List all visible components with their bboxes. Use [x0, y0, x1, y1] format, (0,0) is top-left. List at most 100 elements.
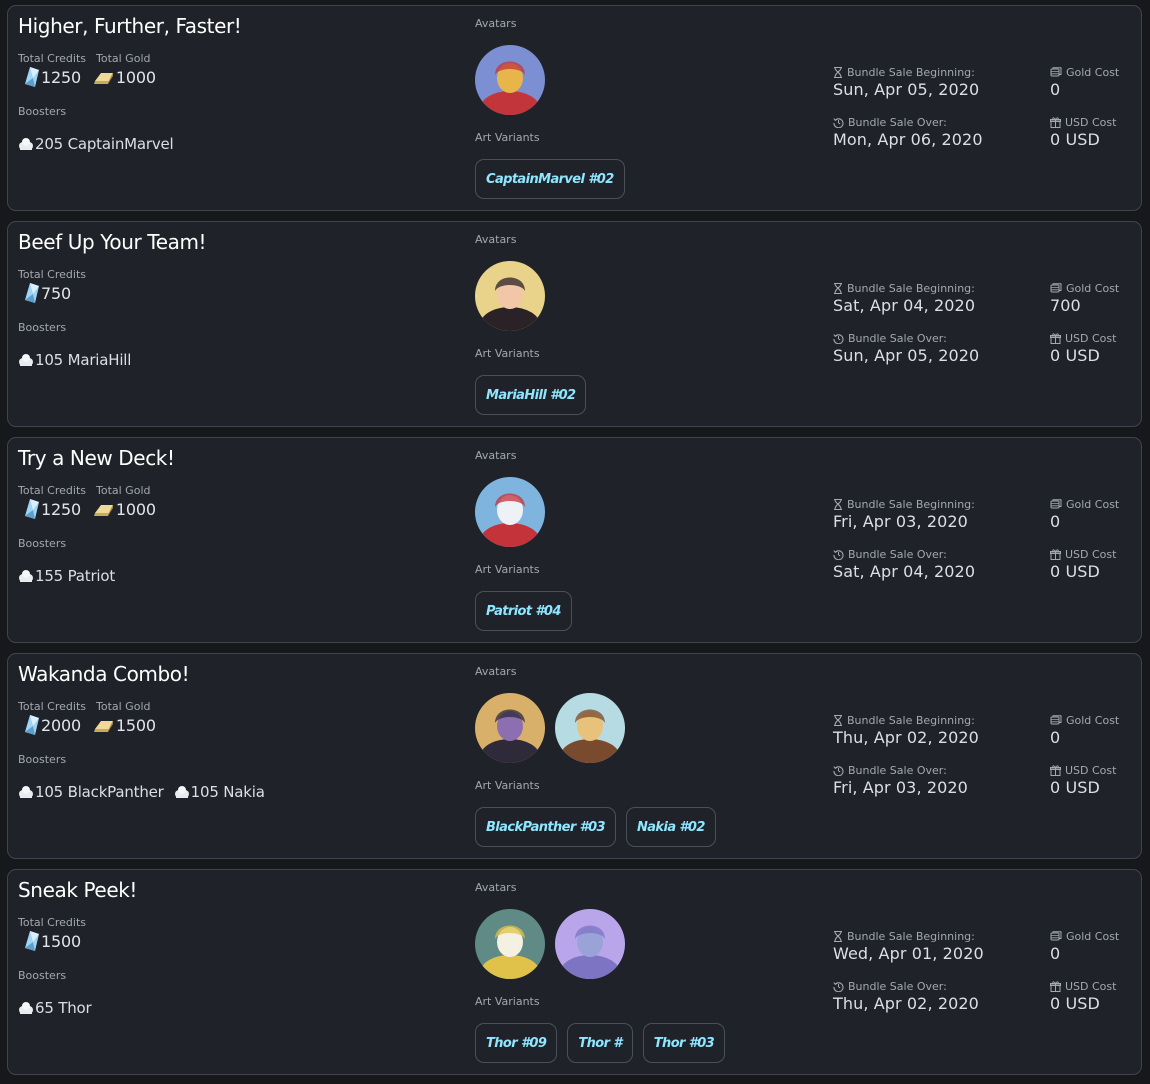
- avatars-label: Avatars: [475, 233, 517, 246]
- avatars-list: [475, 261, 545, 331]
- usd-cost-label: USD Cost: [1050, 116, 1116, 129]
- usd-cost: USD Cost 0 USD: [1050, 980, 1116, 1013]
- gold-bar-icon: [93, 69, 116, 85]
- usd-cost: USD Cost 0 USD: [1050, 332, 1116, 365]
- gold-cost-label-text: Gold Cost: [1066, 498, 1120, 511]
- bundle-title: Sneak Peek!: [18, 878, 138, 902]
- boosters-label: Boosters: [18, 753, 67, 766]
- art-variant-button[interactable]: Patriot #04: [475, 591, 572, 631]
- sale-over-label: Bundle Sale Over:: [833, 764, 968, 777]
- sale-over: Bundle Sale Over: Sat, Apr 04, 2020: [833, 548, 975, 581]
- history-clock-icon: [833, 549, 848, 560]
- booster-item: 105 BlackPanther: [18, 783, 164, 801]
- total-gold-value: 1000: [93, 500, 156, 519]
- gold-cost-label: Gold Cost: [1050, 714, 1119, 727]
- sale-beginning: Bundle Sale Beginning: Sat, Apr 04, 2020: [833, 282, 975, 315]
- art-variant-button[interactable]: MariaHill #02: [475, 375, 587, 415]
- booster-text: 65 Thor: [35, 999, 92, 1017]
- avatars-list: [475, 45, 545, 115]
- sale-over-label-text: Bundle Sale Over:: [848, 980, 947, 993]
- resource-values: 1500: [24, 930, 81, 952]
- sale-over-value: Sat, Apr 04, 2020: [833, 562, 976, 581]
- maria-hill-avatar[interactable]: [475, 261, 545, 331]
- avatars-label: Avatars: [475, 881, 517, 894]
- usd-cost-label-text: USD Cost: [1065, 980, 1117, 993]
- resource-labels: Total Credits Total Gold: [18, 700, 150, 713]
- art-variant-button[interactable]: Thor #09: [475, 1023, 558, 1063]
- sale-over-value: Thu, Apr 02, 2020: [833, 994, 979, 1013]
- credits-amount: 1500: [41, 931, 81, 951]
- resource-labels: Total Credits Total Gold: [18, 484, 150, 497]
- booster-item: 105 MariaHill: [18, 351, 131, 369]
- sale-over-label: Bundle Sale Over:: [833, 116, 983, 129]
- sale-beginning-value: Wed, Apr 01, 2020: [833, 944, 984, 963]
- sale-over-label: Bundle Sale Over:: [833, 332, 979, 345]
- thor-variant-avatar[interactable]: [555, 909, 625, 979]
- art-variants-list: Patriot #04: [475, 591, 572, 631]
- gold-amount: 1000: [115, 499, 156, 519]
- coins-stack-icon: [1050, 715, 1066, 726]
- bundle-card: Higher, Further, Faster! Total Credits Tot…: [7, 5, 1142, 211]
- sale-over: Bundle Sale Over: Fri, Apr 03, 2020: [833, 764, 968, 797]
- sale-beginning-label: Bundle Sale Beginning:: [833, 930, 984, 943]
- hourglass-icon: [833, 67, 847, 78]
- nakia-avatar[interactable]: [555, 693, 625, 763]
- credits-amount: 2000: [41, 715, 81, 735]
- booster-item: 105 Nakia: [174, 783, 265, 801]
- avatars-list: [475, 693, 625, 763]
- coins-stack-icon: [1050, 931, 1066, 942]
- hourglass-icon: [833, 715, 847, 726]
- sale-over-label-text: Bundle Sale Over:: [848, 332, 947, 345]
- history-clock-icon: [833, 333, 848, 344]
- art-variant-button[interactable]: BlackPanther #03: [475, 807, 616, 847]
- credits-amount: 1250: [41, 67, 81, 87]
- bundle-title: Beef Up Your Team!: [18, 230, 207, 254]
- booster-pack-icon: [18, 353, 35, 367]
- sale-over-label-text: Bundle Sale Over:: [848, 764, 947, 777]
- sale-over: Bundle Sale Over: Thu, Apr 02, 2020: [833, 980, 979, 1013]
- sale-over-value: Fri, Apr 03, 2020: [833, 778, 968, 797]
- resource-labels: Total Credits Total Gold: [18, 52, 150, 65]
- sale-beginning: Bundle Sale Beginning: Fri, Apr 03, 2020: [833, 498, 975, 531]
- gold-cost-label: Gold Cost: [1050, 66, 1119, 79]
- art-variants-label: Art Variants: [475, 131, 540, 144]
- patriot-avatar[interactable]: [475, 477, 545, 547]
- boosters-list: 105 MariaHill: [18, 351, 131, 369]
- usd-cost-label: USD Cost: [1050, 980, 1116, 993]
- art-variant-button[interactable]: CaptainMarvel #02: [475, 159, 625, 199]
- gold-cost-label: Gold Cost: [1050, 498, 1119, 511]
- coins-stack-icon: [1050, 67, 1066, 78]
- usd-cost-label-text: USD Cost: [1065, 116, 1117, 129]
- avatars-list: [475, 477, 545, 547]
- avatars-label: Avatars: [475, 449, 517, 462]
- boosters-label: Boosters: [18, 969, 67, 982]
- usd-cost-value: 0 USD: [1050, 346, 1100, 365]
- bundle-card: Wakanda Combo! Total Credits Total Gold 200…: [7, 653, 1142, 859]
- gold-cost: Gold Cost 0: [1050, 66, 1119, 99]
- art-variant-button[interactable]: Nakia #02: [625, 807, 716, 847]
- sale-over-label: Bundle Sale Over:: [833, 980, 979, 993]
- bundle-title: Wakanda Combo!: [18, 662, 190, 686]
- thor-avatar[interactable]: [475, 909, 545, 979]
- boosters-list: 65 Thor: [18, 999, 92, 1017]
- art-variant-button[interactable]: Thor #03: [642, 1023, 726, 1063]
- captain-marvel-avatar[interactable]: [475, 45, 545, 115]
- sale-over-label: Bundle Sale Over:: [833, 548, 975, 561]
- sale-over: Bundle Sale Over: Mon, Apr 06, 2020: [833, 116, 983, 149]
- usd-cost-label: USD Cost: [1050, 332, 1116, 345]
- booster-pack-icon: [18, 785, 35, 799]
- black-panther-avatar[interactable]: [475, 693, 545, 763]
- booster-pack-icon: [18, 1001, 35, 1015]
- gift-icon: [1050, 117, 1065, 128]
- boosters-label: Boosters: [18, 321, 67, 334]
- sale-beginning-value: Sun, Apr 05, 2020: [833, 80, 980, 99]
- credits-crystal-icon: [24, 498, 41, 520]
- usd-cost-value: 0 USD: [1050, 994, 1100, 1013]
- credits-crystal-icon: [24, 66, 41, 88]
- gift-icon: [1050, 765, 1065, 776]
- sale-beginning: Bundle Sale Beginning: Thu, Apr 02, 2020: [833, 714, 979, 747]
- booster-text: 105 Nakia: [190, 783, 265, 801]
- gold-bar-icon: [93, 501, 116, 517]
- gold-amount: 1500: [115, 715, 156, 735]
- art-variant-button[interactable]: Thor #: [567, 1023, 633, 1063]
